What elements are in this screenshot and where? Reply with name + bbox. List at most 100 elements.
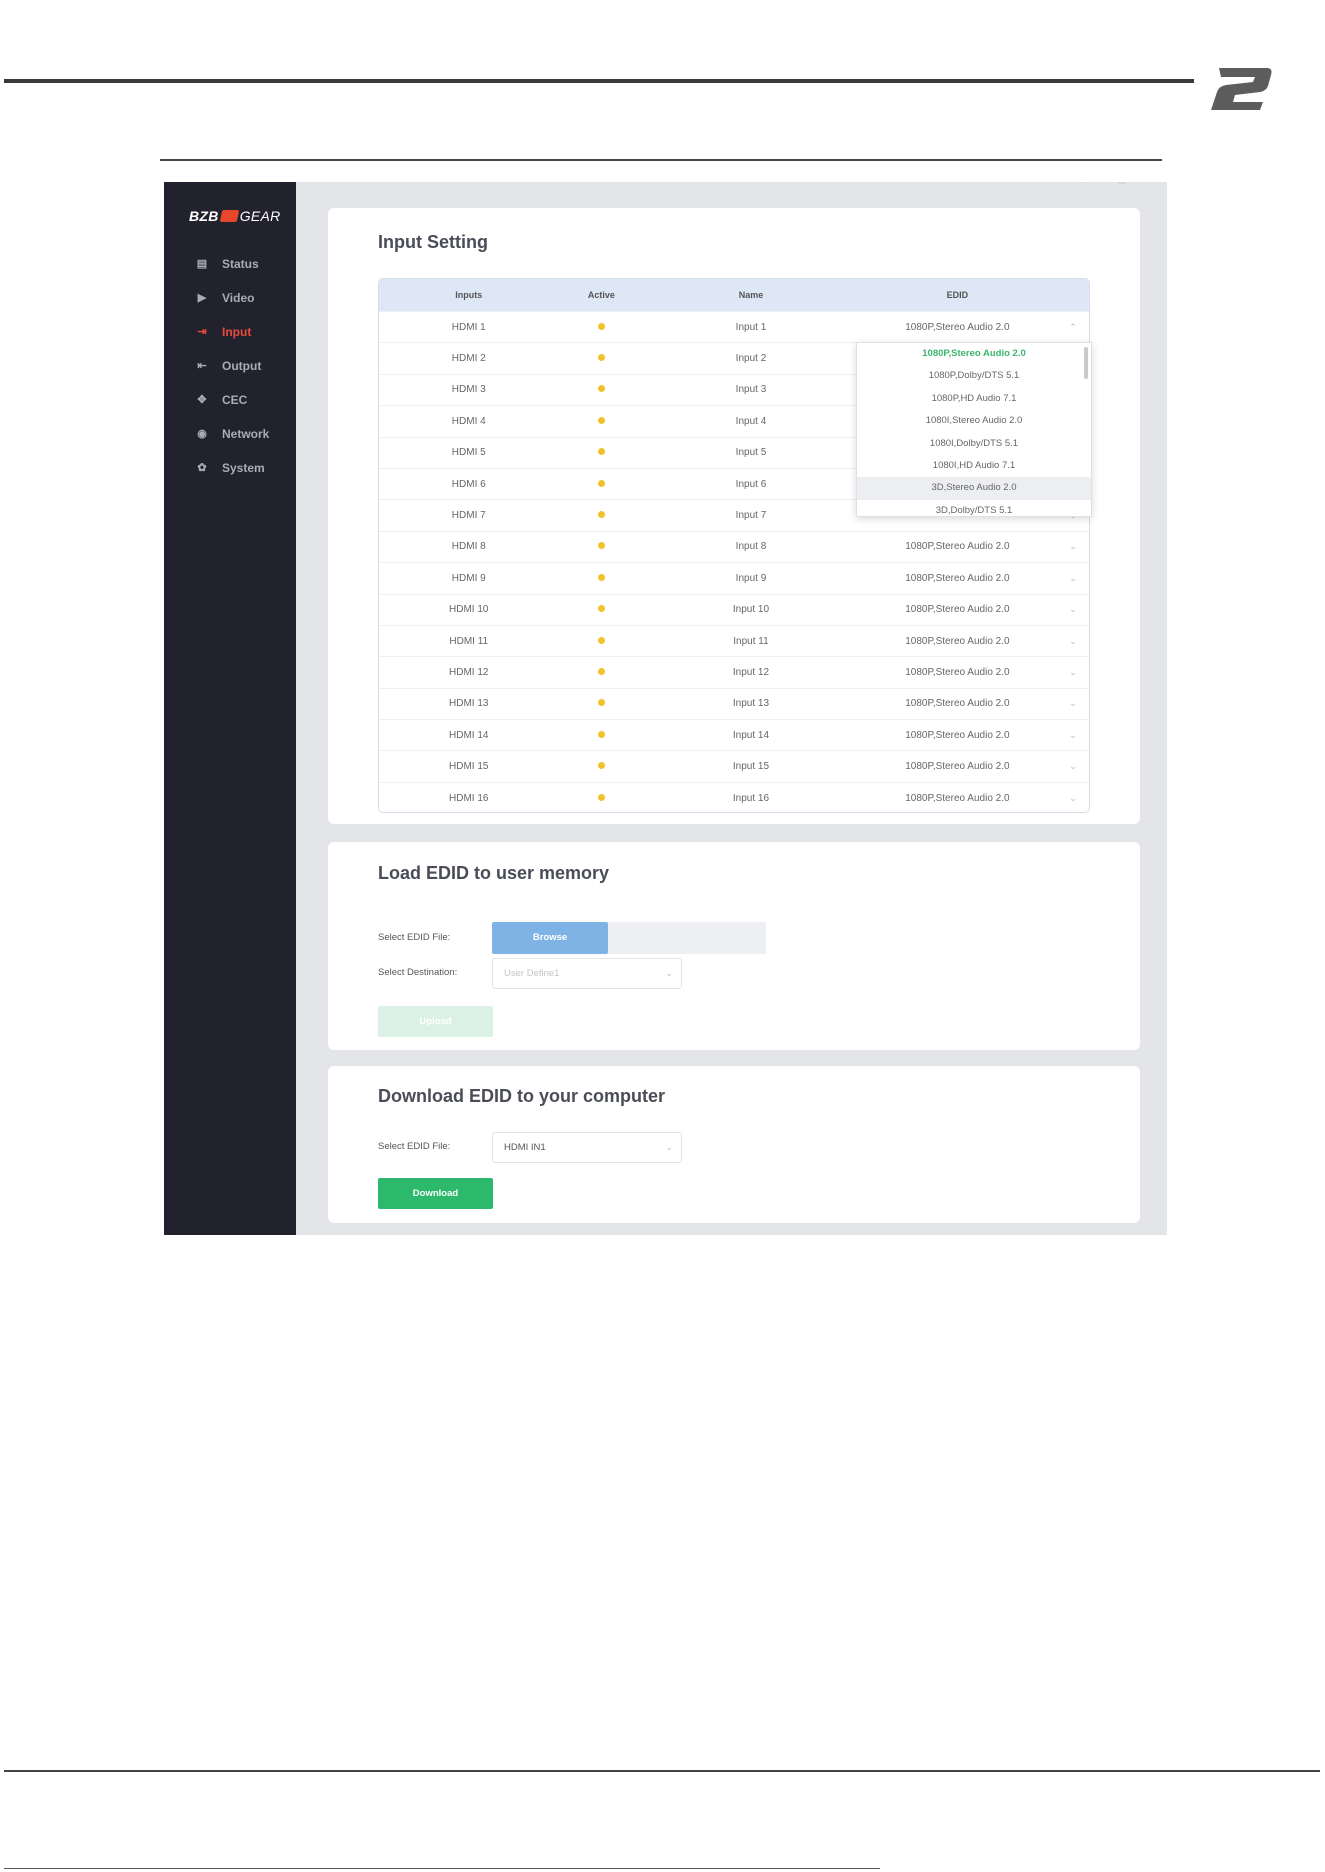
chevron-down-icon[interactable]: ⌄ xyxy=(1057,573,1089,584)
chevron-up-icon[interactable]: ⌃ xyxy=(1057,322,1089,333)
input-cell: HDMI 9 xyxy=(451,572,486,584)
edid-select[interactable]: 1080P,Stereo Audio 2.0 xyxy=(858,636,1057,647)
play-icon: ▶ xyxy=(197,292,207,304)
edid-select[interactable]: 1080P,Stereo Audio 2.0 xyxy=(858,667,1057,678)
table-row: HDMI 10 Input 10 1080P,Stereo Audio 2.0 ⌄ xyxy=(379,593,1089,625)
edid-option[interactable]: 1080I,Stereo Audio 2.0 xyxy=(857,410,1091,432)
dropdown-scrollbar[interactable] xyxy=(1084,347,1088,379)
gear-icon: ✿ xyxy=(197,462,207,474)
name-cell: Input 2 xyxy=(735,353,767,365)
edid-select[interactable]: 1080P,Stereo Audio 2.0 xyxy=(858,541,1057,552)
upload-button[interactable]: Upload xyxy=(378,1006,493,1037)
edid-option[interactable]: 1080P,HD Audio 7.1 xyxy=(857,388,1091,410)
sidebar-item-output[interactable]: ⇤ Output xyxy=(164,349,296,383)
select-destination-label: Select Destination: xyxy=(378,967,458,978)
load-edid-title: Load EDID to user memory xyxy=(378,863,610,883)
edid-select[interactable]: 1080P,Stereo Audio 2.0 xyxy=(858,573,1057,584)
chevron-down-icon[interactable]: ⌄ xyxy=(1057,604,1089,615)
chevron-down-icon[interactable]: ⌄ xyxy=(1057,636,1089,647)
destination-select-value: User Define1 xyxy=(504,968,560,979)
name-cell: Input 5 xyxy=(735,447,767,459)
chevron-down-icon[interactable]: ⌄ xyxy=(1057,793,1089,804)
footer-subrule xyxy=(4,1868,880,1869)
column-header-inputs: Inputs xyxy=(455,290,483,300)
name-cell: Input 3 xyxy=(735,384,767,396)
select-edid-file-label: Select EDID File: xyxy=(378,932,451,943)
edid-select[interactable]: 1080P,Stereo Audio 2.0 xyxy=(858,322,1057,333)
sidebar-item-label: Input xyxy=(222,325,252,339)
input-cell: HDMI 2 xyxy=(451,353,486,365)
input-cell: HDMI 13 xyxy=(449,698,489,710)
sidebar-item-label: CEC xyxy=(222,393,248,407)
edid-select[interactable]: 1080P,Stereo Audio 2.0 xyxy=(858,698,1057,709)
chevron-down-icon[interactable]: ⌄ xyxy=(1057,667,1089,678)
table-row: HDMI 11 Input 11 1080P,Stereo Audio 2.0 ⌄ xyxy=(379,624,1089,656)
edid-select[interactable]: 1080P,Stereo Audio 2.0 xyxy=(858,793,1057,804)
chevron-down-icon[interactable]: ⌄ xyxy=(1057,761,1089,772)
name-cell: Input 10 xyxy=(732,604,770,616)
active-cell xyxy=(559,730,645,741)
input-arrow-icon: ⇥ xyxy=(197,326,207,338)
chevron-down-icon: ⌄ xyxy=(665,968,673,978)
active-status-dot xyxy=(597,636,605,644)
active-status-dot xyxy=(597,793,605,801)
topbar-breadcrumb-faded: ······ ······ ······ ············ xyxy=(314,182,422,187)
name-cell: Input 1 xyxy=(735,321,767,333)
edid-option[interactable]: 1080I,HD Audio 7.1 xyxy=(857,455,1091,477)
edid-option[interactable]: 3D,Stereo Audio 2.0 xyxy=(857,477,1091,500)
active-status-dot xyxy=(597,511,605,519)
edid-select[interactable]: 1080P,Stereo Audio 2.0 xyxy=(858,730,1057,741)
chevron-down-icon[interactable]: ⌄ xyxy=(1057,730,1089,741)
input-cell: HDMI 3 xyxy=(451,384,486,396)
input-cell: HDMI 11 xyxy=(449,635,489,647)
active-cell xyxy=(559,698,645,709)
active-cell xyxy=(559,322,645,333)
chevron-down-icon[interactable]: ⌄ xyxy=(1057,541,1089,552)
sidebar-item-system[interactable]: ✿ System xyxy=(164,451,296,485)
header-rule xyxy=(4,79,1194,83)
sidebar-item-network[interactable]: ◉ Network xyxy=(164,417,296,451)
destination-select[interactable]: User Define1 ⌄ xyxy=(492,958,682,989)
active-cell xyxy=(559,384,645,395)
document-icon: ▤ xyxy=(196,258,208,270)
chevron-down-icon[interactable]: ⌄ xyxy=(1057,698,1089,709)
bzbgear-logo-icon xyxy=(1211,68,1272,110)
input-cell: HDMI 15 xyxy=(449,761,489,773)
section-rule xyxy=(160,159,1162,161)
table-header: Inputs Active Name EDID xyxy=(379,279,1089,311)
sidebar-item-cec[interactable]: ✥ CEC xyxy=(164,383,296,417)
edid-option[interactable]: 3D,Dolby/DTS 5.1 xyxy=(857,500,1091,516)
input-setting-title: Input Setting xyxy=(378,232,488,252)
input-cell: HDMI 14 xyxy=(449,729,489,741)
browse-button[interactable]: Browse xyxy=(492,922,608,954)
edid-option[interactable]: 1080P,Stereo Audio 2.0 xyxy=(857,343,1091,365)
brand-logo: BZB GEAR xyxy=(189,208,281,224)
name-cell: Input 6 xyxy=(735,478,767,490)
download-edid-select-value: HDMI IN1 xyxy=(504,1142,546,1153)
active-cell xyxy=(559,636,645,647)
active-cell xyxy=(559,604,645,615)
sidebar-item-video[interactable]: ▶ Video xyxy=(164,281,296,315)
brand-mark-icon xyxy=(219,210,239,222)
table-row: HDMI 16 Input 16 1080P,Stereo Audio 2.0 ⌄ xyxy=(379,781,1089,812)
name-cell: Input 14 xyxy=(732,729,770,741)
edid-select[interactable]: 1080P,Stereo Audio 2.0 xyxy=(858,604,1057,615)
download-button[interactable]: Download xyxy=(378,1178,493,1209)
sidebar-item-label: Network xyxy=(222,427,270,441)
edid-file-picker[interactable]: Browse xyxy=(492,922,766,954)
sidebar-item-label: Video xyxy=(222,291,255,305)
sidebar-item-label: System xyxy=(222,461,265,475)
edid-option[interactable]: 1080I,Dolby/DTS 5.1 xyxy=(857,433,1091,455)
sidebar-item-status[interactable]: ▤ Status xyxy=(164,247,296,281)
download-edid-select[interactable]: HDMI IN1 ⌄ xyxy=(492,1132,682,1163)
name-cell: Input 7 xyxy=(735,510,767,522)
active-status-dot xyxy=(597,605,605,613)
sidebar-item-label: Status xyxy=(222,257,259,271)
edid-option[interactable]: 1080P,Dolby/DTS 5.1 xyxy=(857,365,1091,387)
sidebar-item-input[interactable]: ⇥ Input xyxy=(164,315,296,349)
table-row: HDMI 9 Input 9 1080P,Stereo Audio 2.0 ⌄ xyxy=(379,562,1089,593)
active-cell xyxy=(559,510,645,521)
active-cell xyxy=(559,761,645,772)
edid-select[interactable]: 1080P,Stereo Audio 2.0 xyxy=(858,761,1057,772)
column-header-name: Name xyxy=(738,290,764,300)
